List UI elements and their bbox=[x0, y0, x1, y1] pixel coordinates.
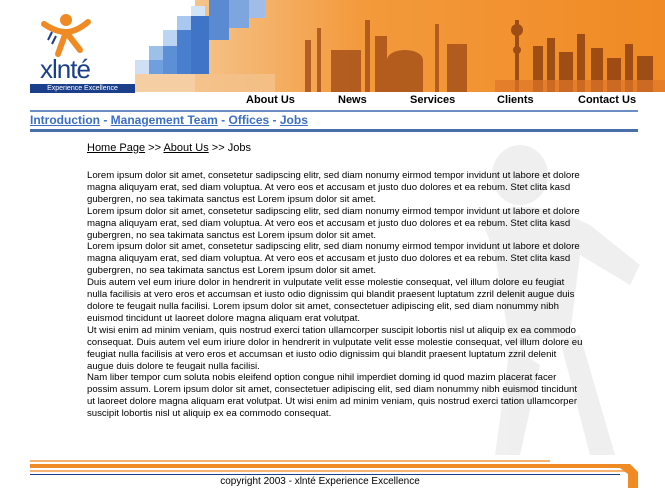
main-content: Lorem ipsum dolor sit amet, consetetur s… bbox=[87, 170, 584, 420]
logo-figure-icon bbox=[41, 14, 91, 57]
subnav-management-team[interactable]: Management Team bbox=[111, 113, 218, 127]
nav-contact-us[interactable]: Contact Us bbox=[578, 94, 636, 106]
breadcrumb-home-link[interactable]: Home Page bbox=[87, 142, 145, 154]
nav-news[interactable]: News bbox=[338, 94, 367, 106]
subnav-offices[interactable]: Offices bbox=[229, 113, 270, 127]
nav-clients[interactable]: Clients bbox=[497, 94, 534, 106]
content-paragraph: Duis autem vel eum iriure dolor in hendr… bbox=[87, 277, 575, 324]
nav-services[interactable]: Services bbox=[410, 94, 455, 106]
breadcrumb-current: Jobs bbox=[227, 142, 251, 154]
logo-wordmark: xlnté bbox=[40, 54, 91, 84]
header-banner-image bbox=[135, 0, 665, 92]
nav-about-us[interactable]: About Us bbox=[246, 94, 295, 106]
main-nav: About Us News Services Clients Contact U… bbox=[30, 92, 638, 112]
breadcrumb-separator: >> bbox=[211, 142, 225, 154]
content-paragraph: Lorem ipsum dolor sit amet, consetetur s… bbox=[87, 170, 580, 205]
content-paragraph: Nam liber tempor cum soluta nobis eleife… bbox=[87, 372, 578, 420]
breadcrumb: Home Page >> About Us >> Jobs bbox=[87, 142, 251, 154]
subnav-separator: - bbox=[272, 113, 277, 127]
subnav-introduction[interactable]: Introduction bbox=[30, 113, 100, 127]
content-paragraph: Lorem ipsum dolor sit amet, consetetur s… bbox=[87, 241, 580, 277]
subnav-separator: - bbox=[103, 113, 108, 127]
content-paragraph: Lorem ipsum dolor sit amet, consetetur s… bbox=[87, 205, 580, 241]
breadcrumb-about-link[interactable]: About Us bbox=[163, 142, 208, 154]
footer-copyright: copyright 2003 - xlnté Experience Excell… bbox=[220, 476, 420, 487]
sub-nav: Introduction - Management Team - Offices… bbox=[30, 113, 638, 132]
subnav-jobs[interactable]: Jobs bbox=[280, 113, 308, 127]
content-paragraph: Ut wisi enim ad minim veniam, quis nostr… bbox=[87, 324, 583, 372]
site-header: xlnté Experience Excellence About Us New… bbox=[0, 0, 665, 112]
breadcrumb-separator: >> bbox=[148, 142, 162, 154]
subnav-separator: - bbox=[221, 113, 226, 127]
